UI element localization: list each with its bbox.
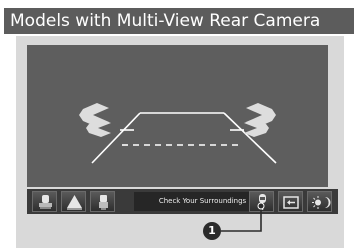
guideline-toggle-button[interactable]	[278, 191, 303, 212]
parking-sensor-button[interactable]	[249, 191, 274, 212]
top-down-view-icon	[39, 195, 52, 209]
callout-number-badge: 1	[203, 222, 221, 240]
rear-camera-view	[27, 45, 328, 187]
guideline-toggle-icon	[283, 196, 299, 209]
normal-view-icon	[67, 195, 82, 210]
brightness-icon	[312, 196, 331, 209]
top-down-view-button[interactable]	[32, 191, 57, 212]
left-chevron-icon	[79, 103, 111, 137]
parking-sensor-icon	[259, 194, 266, 210]
page-title: Models with Multi-View Rear Camera	[4, 8, 354, 34]
wide-view-button[interactable]	[90, 191, 115, 212]
brightness-button[interactable]	[307, 191, 332, 212]
camera-toolbar: Check Your Surroundings	[27, 189, 338, 214]
wide-view-icon	[99, 195, 108, 210]
parking-guidelines	[91, 112, 277, 164]
normal-view-button[interactable]	[61, 191, 86, 212]
right-chevron-icon	[244, 103, 276, 137]
